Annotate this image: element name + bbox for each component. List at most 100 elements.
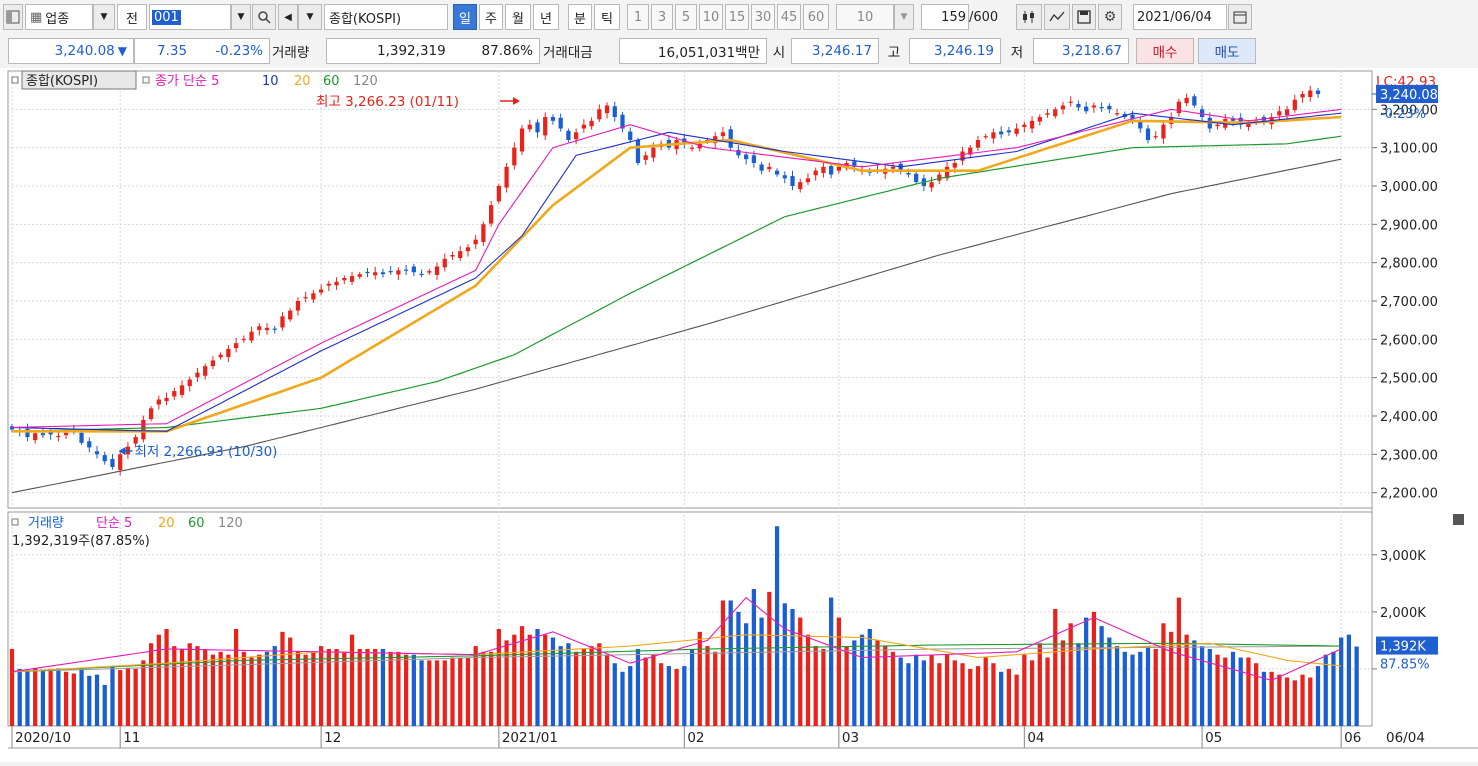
volume-label-box: 거래량	[270, 38, 326, 64]
period-tab-week[interactable]: 주	[479, 4, 503, 30]
minute-3-button[interactable]: 3	[651, 4, 673, 30]
volume-bar	[813, 646, 818, 726]
data-count-input[interactable]: 159	[921, 4, 969, 30]
volume-bar	[628, 666, 633, 726]
candle-body	[40, 433, 46, 436]
data-count: 159	[941, 9, 966, 25]
volume-bar	[983, 657, 988, 726]
volume-bar	[71, 673, 76, 726]
candle-body	[728, 129, 733, 148]
volume-bar	[133, 668, 138, 726]
candle-body	[349, 276, 355, 282]
minute-10-button[interactable]: 10	[699, 4, 723, 30]
candle-body	[334, 281, 339, 286]
candle-body	[56, 435, 61, 438]
volume-axis-label: 3,000K	[1380, 549, 1426, 564]
candle-body	[450, 255, 455, 257]
volume-bar	[836, 617, 842, 726]
volume-bar	[643, 657, 648, 726]
chart-svg[interactable]: 2020/10 11 12 2021/01 02 03 04 05 06 06/04 2,200.0…	[0, 68, 1478, 762]
volume-bar	[342, 651, 347, 726]
volume-bar	[1053, 609, 1058, 726]
window-glyph-icon	[6, 10, 20, 24]
sector-dropdown-button[interactable]: ▼	[93, 4, 115, 30]
candle-body	[365, 271, 370, 274]
minute-15-button[interactable]: 15	[725, 4, 749, 30]
calendar-button[interactable]	[1228, 4, 1252, 30]
caret-down-icon: ▼	[237, 12, 245, 22]
prev-button[interactable]: 전	[117, 4, 147, 30]
save-button[interactable]	[1072, 4, 1096, 30]
candle-body	[767, 166, 772, 170]
candle-body	[118, 454, 123, 471]
candle-type-button[interactable]	[1016, 4, 1042, 30]
period-tab-tick[interactable]: 틱	[594, 4, 620, 30]
code-dropdown-button[interactable]: ▼	[231, 4, 251, 30]
indicator-button[interactable]	[1044, 4, 1070, 30]
sell-button[interactable]: 매도	[1198, 38, 1256, 64]
candle-body	[195, 372, 200, 378]
minute-1-button[interactable]: 1	[627, 4, 649, 30]
date-input[interactable]: 2021/06/04	[1133, 4, 1227, 30]
volume-bar	[334, 648, 339, 726]
candle-body	[1006, 130, 1012, 133]
date-axis-label: 06	[1344, 730, 1361, 746]
candle-body	[1114, 113, 1120, 115]
candle-body	[952, 163, 957, 168]
open-box: 3,246.17	[791, 38, 879, 64]
window-icon[interactable]	[3, 4, 23, 30]
speaker-dropdown-button[interactable]: ▼	[298, 4, 322, 30]
volume-bar	[1169, 631, 1174, 726]
volume-bar	[427, 660, 432, 726]
volume-bar	[172, 646, 177, 726]
legend-ma20: 20	[294, 74, 311, 89]
candle-body	[720, 132, 726, 137]
period-tab-day[interactable]: 일	[453, 4, 477, 30]
period-tab-month[interactable]: 월	[505, 4, 531, 30]
candle-body	[597, 109, 602, 120]
candle-body	[218, 354, 223, 358]
volume-bar	[1014, 674, 1019, 726]
volume-bar	[612, 663, 617, 726]
price-pane	[7, 70, 1373, 509]
price-change-pct: -0.23%	[215, 43, 263, 59]
minute-5-button[interactable]: 5	[675, 4, 697, 30]
low-label: 저	[1010, 45, 1024, 61]
sector-select[interactable]: ▦ 업종	[25, 4, 93, 30]
candle-body	[280, 316, 285, 328]
legend-ma5: 종가 단순 5	[155, 74, 219, 89]
volume-bar	[241, 651, 246, 726]
volume-bar	[852, 640, 857, 726]
period-tab-year[interactable]: 년	[533, 4, 559, 30]
candle-body	[574, 132, 579, 140]
settings-button[interactable]: ⚙	[1098, 4, 1122, 30]
minute-60-button[interactable]: 60	[803, 4, 829, 30]
volume-bar	[604, 654, 610, 726]
volume-legend-ma20: 20	[158, 516, 175, 531]
chart-area[interactable]: 2020/10 11 12 2021/01 02 03 04 05 06 06/04 2,200.0…	[0, 68, 1478, 762]
speaker-button[interactable]: ◀	[278, 4, 298, 30]
minute-45-button[interactable]: 45	[777, 4, 801, 30]
volume-bar	[94, 674, 100, 726]
count-select[interactable]: 10	[836, 4, 894, 30]
search-button[interactable]	[252, 4, 276, 30]
candle-body	[759, 164, 764, 171]
volume-bar	[1331, 651, 1336, 726]
price-axis-label: 2,200.00	[1380, 487, 1438, 502]
volume-bar	[805, 634, 811, 726]
volume-bar	[759, 617, 764, 726]
candle-body	[226, 348, 231, 357]
volume-bar	[527, 634, 532, 726]
code-input[interactable]: 001	[149, 4, 231, 30]
minute-30-button[interactable]: 30	[751, 4, 775, 30]
volume-bar	[218, 651, 223, 726]
volume-bar	[1029, 660, 1035, 726]
candle-body	[774, 170, 780, 175]
index-name-field[interactable]: 종합(KOSPI)	[324, 4, 448, 30]
candle-body	[1099, 107, 1104, 109]
buy-button[interactable]: 매수	[1136, 38, 1194, 64]
count-dropdown-button[interactable]: ▼	[894, 4, 914, 30]
legend-square-icon	[142, 76, 150, 84]
amount-label: 거래대금	[543, 45, 593, 61]
period-tab-minute[interactable]: 분	[568, 4, 592, 30]
